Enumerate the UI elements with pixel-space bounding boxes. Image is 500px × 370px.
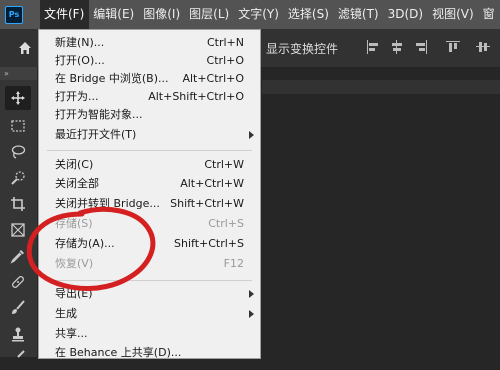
quick-selection-tool-icon[interactable] bbox=[5, 166, 31, 190]
menu-item-label: 生成 bbox=[55, 307, 77, 320]
eyedropper-tool-icon[interactable] bbox=[5, 244, 31, 268]
menu-item-shortcut: Ctrl+W bbox=[204, 158, 244, 171]
menu-item-new[interactable]: 新建(N)... Ctrl+N bbox=[39, 34, 260, 52]
menu-item-shortcut: Shift+Ctrl+W bbox=[170, 197, 244, 210]
menu-item-close-all[interactable]: 关闭全部 Alt+Ctrl+W bbox=[39, 175, 260, 193]
menu-item-label: 关闭全部 bbox=[55, 177, 99, 190]
align-left-edges-icon[interactable] bbox=[366, 40, 380, 54]
menu-item-label: 打开为... bbox=[55, 90, 99, 103]
menu-item-label: 存储(S) bbox=[55, 217, 93, 230]
menu-item-share[interactable]: 共享... bbox=[39, 325, 260, 343]
rectangular-marquee-tool-icon[interactable] bbox=[5, 114, 31, 138]
menu-item-label: 打开(O)... bbox=[55, 54, 105, 67]
menu-item-browse-in-bridge[interactable]: 在 Bridge 中浏览(B)... Alt+Ctrl+O bbox=[39, 70, 260, 88]
tools-panel bbox=[0, 80, 37, 358]
menu-image[interactable]: 图像(I) bbox=[139, 0, 185, 29]
menu-item-shortcut: Ctrl+O bbox=[206, 54, 244, 67]
submenu-arrow-icon bbox=[249, 131, 254, 139]
menu-item-shortcut: Alt+Ctrl+O bbox=[182, 72, 244, 85]
menu-item-save-as[interactable]: 存储为(A)... Shift+Ctrl+S bbox=[39, 235, 260, 253]
menu-item-label: 共享... bbox=[55, 327, 88, 340]
menu-item-shortcut: Alt+Ctrl+W bbox=[180, 177, 244, 190]
menu-item-label: 导出(E) bbox=[55, 287, 93, 300]
menu-bar: Ps 文件(F) 编辑(E) 图像(I) 图层(L) 文字(Y) 选择(S) 滤… bbox=[0, 0, 500, 29]
menu-layer[interactable]: 图层(L) bbox=[185, 0, 234, 29]
show-transform-controls-label[interactable]: 显示变换控件 bbox=[266, 40, 338, 57]
menu-item-shortcut: Ctrl+N bbox=[206, 36, 244, 49]
menu-filter[interactable]: 滤镜(T) bbox=[334, 0, 384, 29]
menu-item-label: 打开为智能对象... bbox=[55, 108, 143, 121]
menu-item-close-and-go-to-bridge[interactable]: 关闭并转到 Bridge... Shift+Ctrl+W bbox=[39, 195, 260, 213]
lasso-tool-icon[interactable] bbox=[5, 140, 31, 164]
menu-edit[interactable]: 编辑(E) bbox=[89, 0, 139, 29]
menu-view[interactable]: 视图(V) bbox=[428, 0, 479, 29]
menu-item-generate[interactable]: 生成 bbox=[39, 305, 260, 323]
menu-item-open[interactable]: 打开(O)... Ctrl+O bbox=[39, 52, 260, 70]
menu-item-shortcut: Alt+Shift+Ctrl+O bbox=[148, 90, 244, 103]
menu-item-revert: 恢复(V) F12 bbox=[39, 255, 260, 273]
menu-item-export[interactable]: 导出(E) bbox=[39, 285, 260, 303]
menu-item-shortcut: Ctrl+S bbox=[208, 217, 244, 230]
panel-expand-strip[interactable]: » bbox=[0, 67, 37, 80]
menu-separator bbox=[47, 280, 252, 281]
menu-item-save: 存储(S) Ctrl+S bbox=[39, 215, 260, 233]
move-tool-icon[interactable] bbox=[5, 86, 31, 110]
document-tab-bar bbox=[262, 80, 500, 94]
healing-brush-tool-icon[interactable] bbox=[5, 270, 31, 294]
brush-tool-icon[interactable] bbox=[5, 296, 31, 320]
menu-separator bbox=[47, 150, 252, 151]
menu-item-close[interactable]: 关闭(C) Ctrl+W bbox=[39, 156, 260, 174]
document-canvas-area bbox=[262, 80, 500, 357]
crop-tool-icon[interactable] bbox=[5, 192, 31, 216]
menu-item-open-as-smart-object[interactable]: 打开为智能对象... bbox=[39, 106, 260, 124]
menu-file[interactable]: 文件(F) bbox=[40, 0, 90, 29]
clone-stamp-tool-icon[interactable] bbox=[5, 322, 31, 346]
menu-type[interactable]: 文字(Y) bbox=[234, 0, 284, 29]
menu-item-open-as[interactable]: 打开为... Alt+Shift+Ctrl+O bbox=[39, 88, 260, 106]
submenu-arrow-icon bbox=[249, 310, 254, 318]
menu-item-label: 关闭并转到 Bridge... bbox=[55, 197, 160, 210]
align-vertical-centers-icon[interactable] bbox=[476, 40, 490, 54]
frame-tool-icon[interactable] bbox=[5, 218, 31, 242]
align-horizontal-centers-icon[interactable] bbox=[390, 40, 404, 54]
file-menu-dropdown: 新建(N)... Ctrl+N 打开(O)... Ctrl+O 在 Bridge 中… bbox=[38, 29, 261, 359]
expand-panel-icon[interactable]: » bbox=[4, 69, 9, 78]
menu-3d[interactable]: 3D(D) bbox=[384, 0, 428, 29]
menu-item-label: 最近打开文件(T) bbox=[55, 128, 137, 141]
menu-item-open-recent[interactable]: 最近打开文件(T) bbox=[39, 126, 260, 144]
menu-bar-items: 文件(F) 编辑(E) 图像(I) 图层(L) 文字(Y) 选择(S) 滤镜(T… bbox=[40, 0, 500, 29]
align-right-edges-icon[interactable] bbox=[414, 40, 428, 54]
menu-window[interactable]: 窗 bbox=[479, 0, 500, 29]
menu-item-label: 恢复(V) bbox=[55, 257, 94, 270]
menu-item-label: 存储为(A)... bbox=[55, 237, 115, 250]
align-top-edges-icon[interactable] bbox=[446, 40, 460, 54]
menu-item-label: 新建(N)... bbox=[55, 36, 105, 49]
photoshop-logo-icon: Ps bbox=[5, 6, 23, 24]
submenu-arrow-icon bbox=[249, 290, 254, 298]
menu-item-label: 关闭(C) bbox=[55, 158, 94, 171]
menu-select[interactable]: 选择(S) bbox=[284, 0, 334, 29]
menu-item-label: 在 Bridge 中浏览(B)... bbox=[55, 72, 169, 85]
menu-item-shortcut: F12 bbox=[223, 257, 244, 270]
menu-item-shortcut: Shift+Ctrl+S bbox=[174, 237, 244, 250]
history-brush-tool-icon[interactable] bbox=[5, 346, 31, 370]
home-icon[interactable] bbox=[18, 41, 32, 55]
